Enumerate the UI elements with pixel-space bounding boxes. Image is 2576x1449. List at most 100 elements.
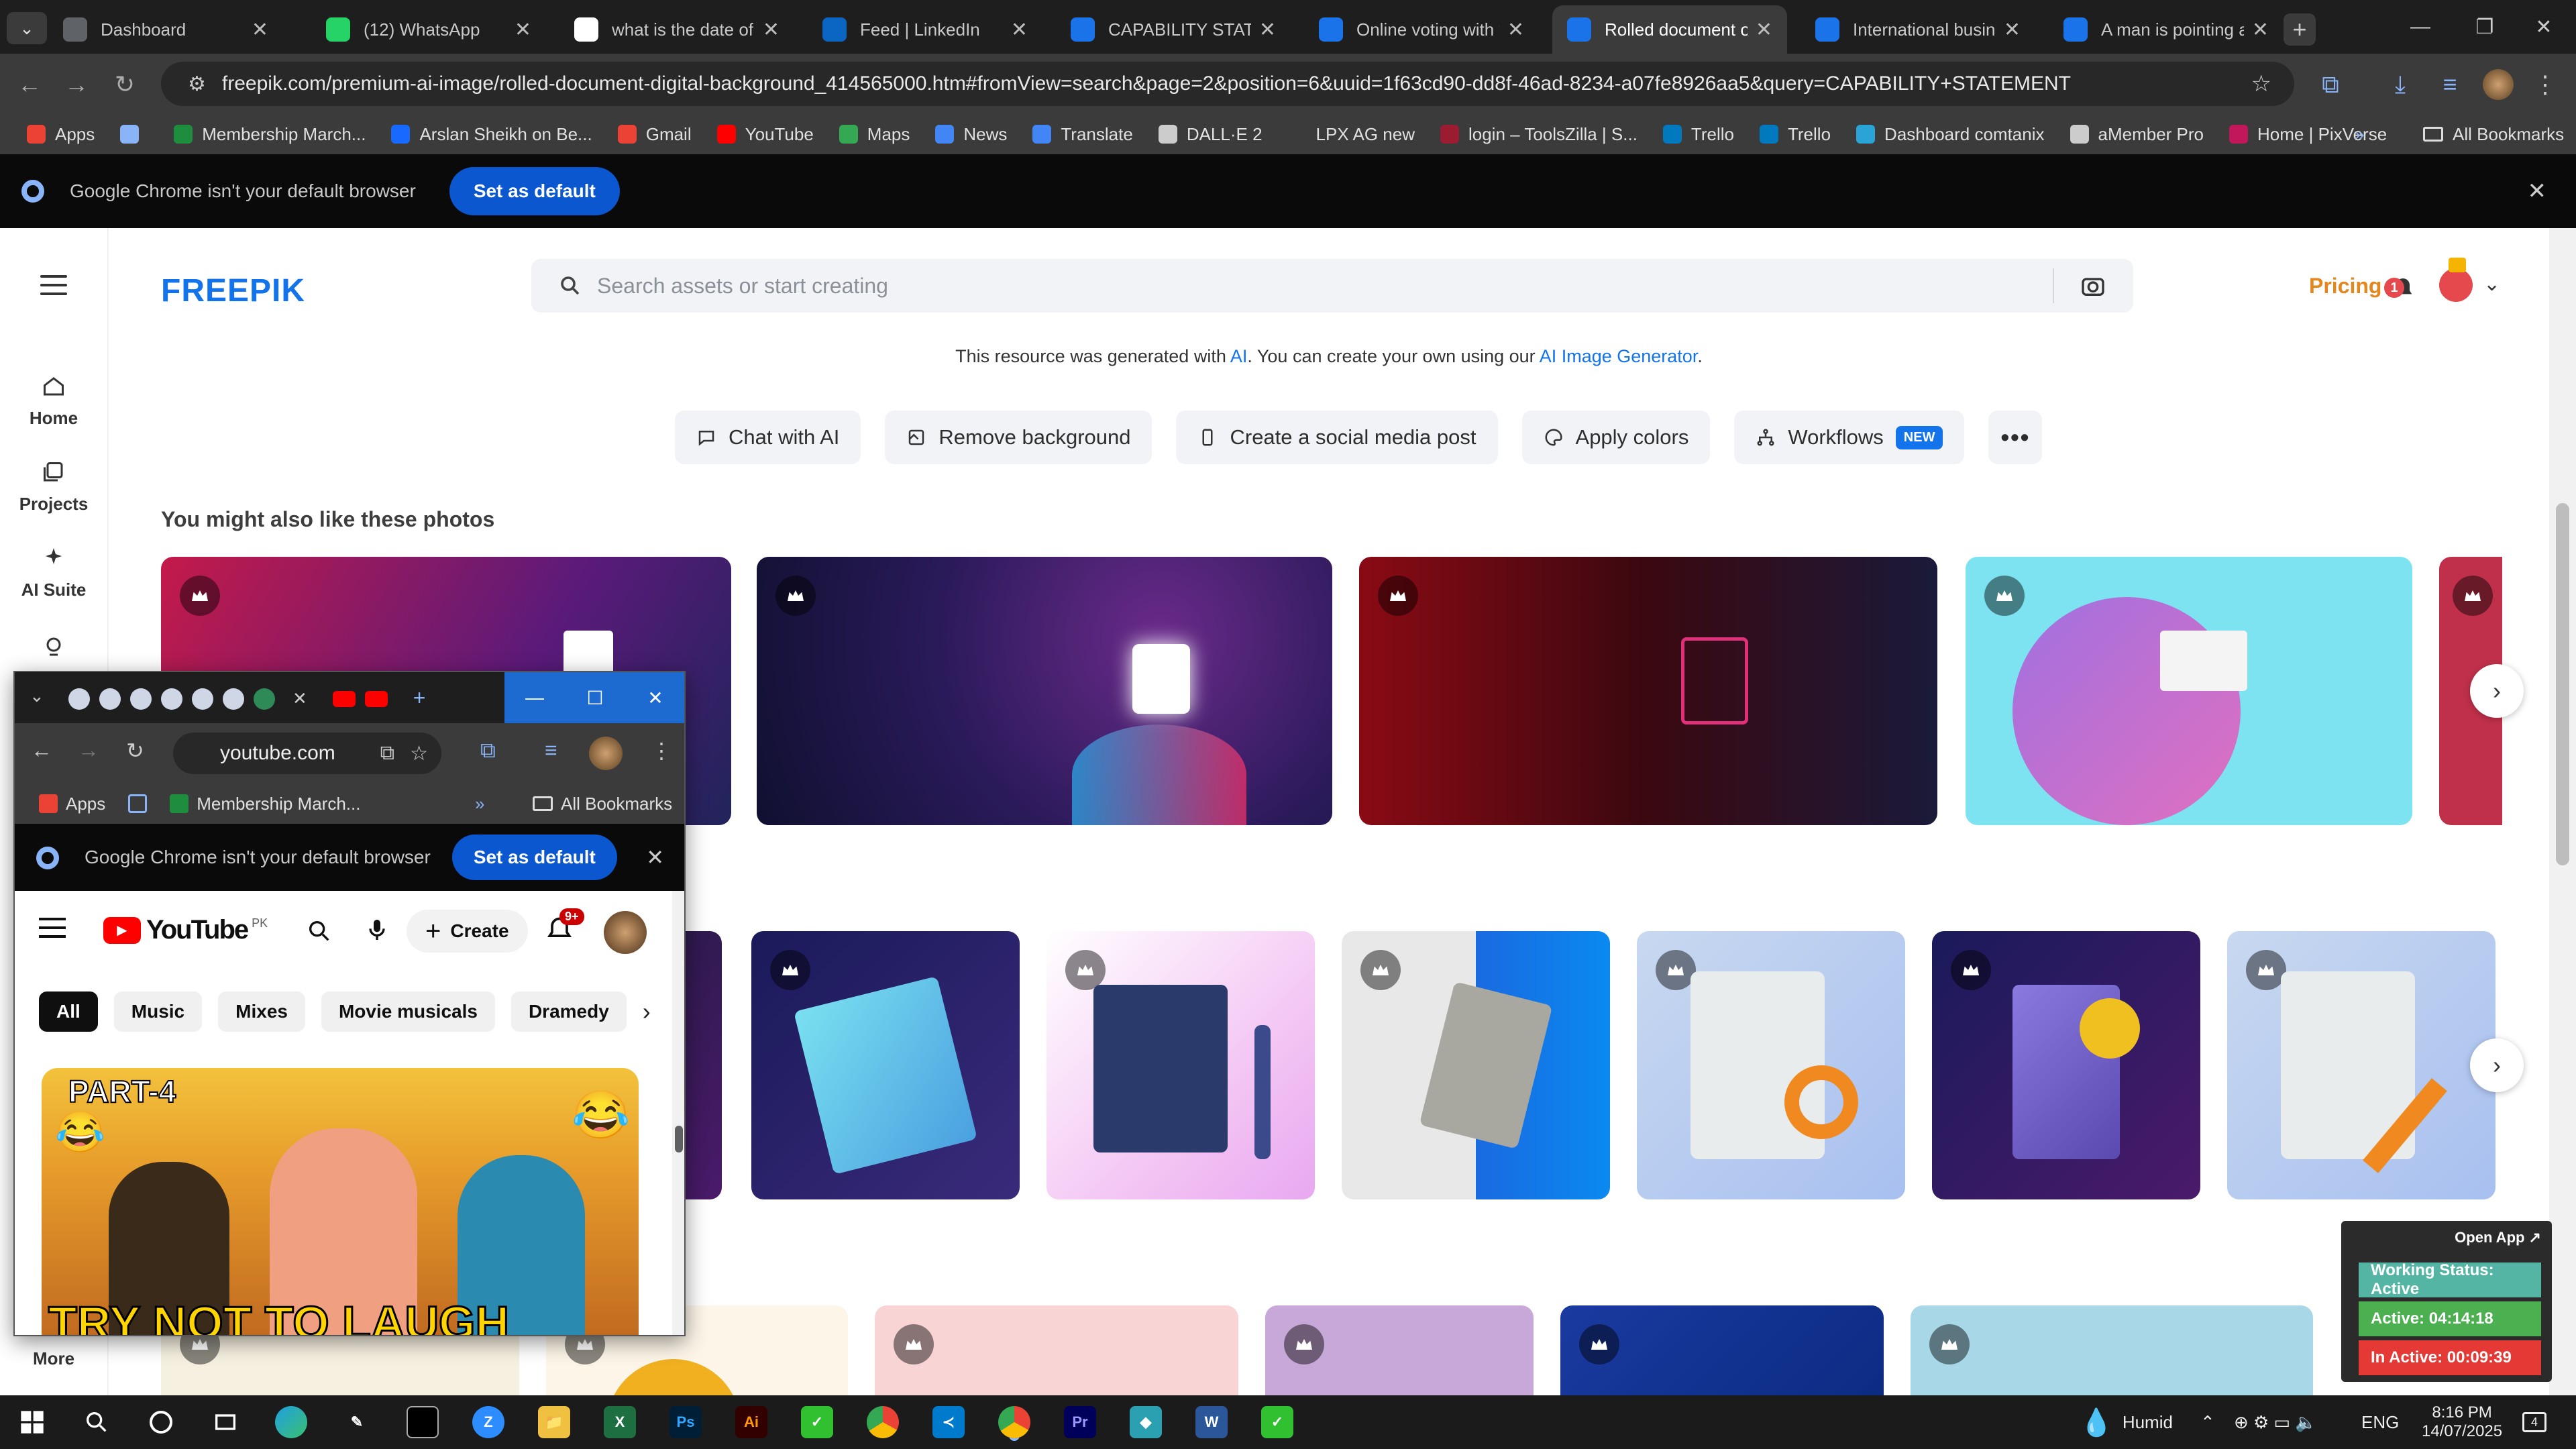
all-bookmarks-folder[interactable]: All Bookmarks <box>533 794 672 814</box>
chips-next-icon[interactable]: › <box>643 991 651 1032</box>
terminal-icon[interactable] <box>407 1406 439 1438</box>
chrome-active-icon[interactable] <box>998 1406 1030 1438</box>
photo-card[interactable] <box>1966 557 2412 825</box>
premiere-icon[interactable]: Pr <box>1064 1406 1096 1438</box>
bookmark-item[interactable]: Gmail <box>617 124 692 145</box>
bookmark-item[interactable]: aMember Pro <box>2070 124 2204 145</box>
notification-center-icon[interactable]: 4 <box>2522 1395 2546 1449</box>
tab-favicon[interactable] <box>254 688 275 710</box>
freepik-logo[interactable]: FREEPIK <box>161 272 305 309</box>
tab-favicon[interactable] <box>130 688 152 710</box>
forward-button[interactable]: → <box>58 66 95 103</box>
address-bar[interactable]: ⚙ freepik.com/premium-ai-image/rolled-do… <box>161 62 2294 106</box>
language-indicator[interactable]: ENG <box>2361 1395 2399 1449</box>
bookmark-item[interactable] <box>120 125 148 144</box>
tab-favicon[interactable] <box>161 688 182 710</box>
photo-card[interactable] <box>875 1305 1238 1395</box>
page-scrollbar[interactable] <box>2549 228 2576 1395</box>
bookmark-item[interactable]: Arslan Sheikh on Be... <box>391 124 592 145</box>
account-dropdown-icon[interactable]: ⌄ <box>2483 272 2500 296</box>
all-bookmarks-folder[interactable]: All Bookmarks <box>2423 124 2564 145</box>
file-explorer-icon[interactable]: 📁 <box>538 1406 570 1438</box>
photo-card[interactable] <box>1911 1305 2313 1395</box>
photo-card[interactable] <box>757 557 1332 825</box>
bookmark-item[interactable]: DALL·E 2 <box>1158 124 1263 145</box>
popup-scrollbar-thumb[interactable] <box>675 1126 683 1152</box>
popup-back-button[interactable]: ← <box>31 738 52 763</box>
scrollbar-thumb[interactable] <box>2556 503 2569 865</box>
youtube-tab-icon[interactable] <box>364 691 388 707</box>
open-app-link[interactable]: Open App ↗ <box>2455 1229 2541 1246</box>
camera-search-icon[interactable] <box>2080 272 2106 305</box>
chip-movie-musicals[interactable]: Movie musicals <box>321 991 495 1032</box>
more-options-button[interactable]: ••• <box>1988 411 2043 464</box>
tab-close-icon[interactable]: ✕ <box>515 18 531 42</box>
tab-favicon[interactable] <box>192 688 213 710</box>
photo-card[interactable] <box>1265 1305 1534 1395</box>
new-tab-button[interactable]: + <box>2284 13 2316 46</box>
carousel-next-button[interactable]: › <box>2470 664 2524 718</box>
youtube-avatar[interactable] <box>604 911 647 954</box>
search-icon[interactable] <box>80 1406 113 1438</box>
ai-image-generator-link[interactable]: AI Image Generator <box>1540 346 1698 366</box>
bookmark-item[interactable]: Membership March... <box>174 124 366 145</box>
popup-scrollbar[interactable] <box>672 891 684 1335</box>
chip-mixes[interactable]: Mixes <box>218 991 305 1032</box>
sidebar-item-projects[interactable]: Projects <box>0 460 107 515</box>
bookmarks-overflow-icon[interactable]: » <box>2355 124 2364 145</box>
youtube-logo[interactable]: ▶ YouTube PK <box>103 915 268 945</box>
photo-card[interactable] <box>2227 931 2496 1199</box>
tray-overflow-icon[interactable]: ⌃ <box>2200 1395 2215 1449</box>
bookmark-apps[interactable]: Apps <box>39 794 105 814</box>
pricing-link[interactable]: Pricing <box>2309 274 2381 299</box>
close-window-button[interactable]: ✕ <box>2512 0 2576 54</box>
bookmark-item[interactable]: Apps <box>27 124 95 145</box>
notifications-bell-icon[interactable]: 1 <box>2384 275 2416 302</box>
bookmark-item[interactable]: Maps <box>839 124 910 145</box>
maximize-button[interactable]: ❐ <box>2453 0 2517 54</box>
tab-close-icon[interactable]: ✕ <box>2252 18 2269 42</box>
tab-search-button[interactable]: ⌄ <box>7 12 47 44</box>
chip-all[interactable]: All <box>39 991 98 1032</box>
chat-with-ai-button[interactable]: Chat with AI <box>675 411 861 464</box>
browser-tab[interactable]: Feed | LinkedIn ✕ <box>808 5 1042 54</box>
chip-dramedy[interactable]: Dramedy <box>511 991 627 1032</box>
popup-close-button[interactable]: ✕ <box>625 672 684 723</box>
hamburger-menu-icon[interactable] <box>40 275 67 295</box>
apply-colors-button[interactable]: Apply colors <box>1521 411 1711 464</box>
create-social-post-button[interactable]: Create a social media post <box>1176 411 1498 464</box>
popup-reload-button[interactable]: ↻ <box>126 738 144 763</box>
photo-card[interactable] <box>1637 931 1905 1199</box>
user-avatar[interactable] <box>2439 258 2473 302</box>
browser-tab[interactable]: Dashboard ✕ <box>48 5 283 54</box>
browser-tab[interactable]: A man is pointing at ✕ <box>2049 5 2284 54</box>
popup-tab-search-icon[interactable]: ⌄ <box>30 686 44 706</box>
bookmarks-overflow-icon[interactable]: » <box>475 794 484 814</box>
profile-avatar[interactable] <box>2479 66 2517 103</box>
bookmark-item[interactable]: LPX AG new <box>1287 124 1415 145</box>
sidebar-item-more[interactable]: More <box>0 1348 107 1369</box>
browser-tab[interactable]: Online voting with vo ✕ <box>1304 5 1539 54</box>
new-tab-icon[interactable]: + <box>413 686 426 710</box>
photo-card[interactable] <box>1560 1305 1884 1395</box>
popup-address-bar[interactable]: youtube.com ⧉ ☆ <box>173 733 441 774</box>
extensions-icon[interactable]: ⧉ <box>2312 66 2349 103</box>
clock[interactable]: 8:16 PM 14/07/2025 <box>2422 1395 2502 1449</box>
popup-bookmark-star-icon[interactable]: ☆ <box>410 742 428 765</box>
browser-tab[interactable]: Rolled document on ✕ <box>1552 5 1787 54</box>
photo-card[interactable] <box>1342 931 1610 1199</box>
notice-ai-link[interactable]: AI <box>1230 346 1248 366</box>
tab-close-icon[interactable]: ✕ <box>1507 18 1524 42</box>
popup-media-icon[interactable]: ≡ <box>545 738 557 763</box>
install-app-icon[interactable]: ⧉ <box>380 742 394 765</box>
workflows-button[interactable]: Workflows NEW <box>1734 411 1965 464</box>
reload-button[interactable]: ↻ <box>106 66 144 103</box>
vscode-icon[interactable]: ≺ <box>932 1406 965 1438</box>
browser-tab[interactable]: CAPABILITY STATEME ✕ <box>1056 5 1291 54</box>
photo-card[interactable] <box>751 931 1020 1199</box>
back-button[interactable]: ← <box>11 66 48 103</box>
tab-close-icon[interactable]: ✕ <box>292 688 307 710</box>
popup-forward-button[interactable]: → <box>78 738 99 763</box>
edge-icon[interactable] <box>275 1406 307 1438</box>
tab-close-icon[interactable]: ✕ <box>2004 18 2021 42</box>
